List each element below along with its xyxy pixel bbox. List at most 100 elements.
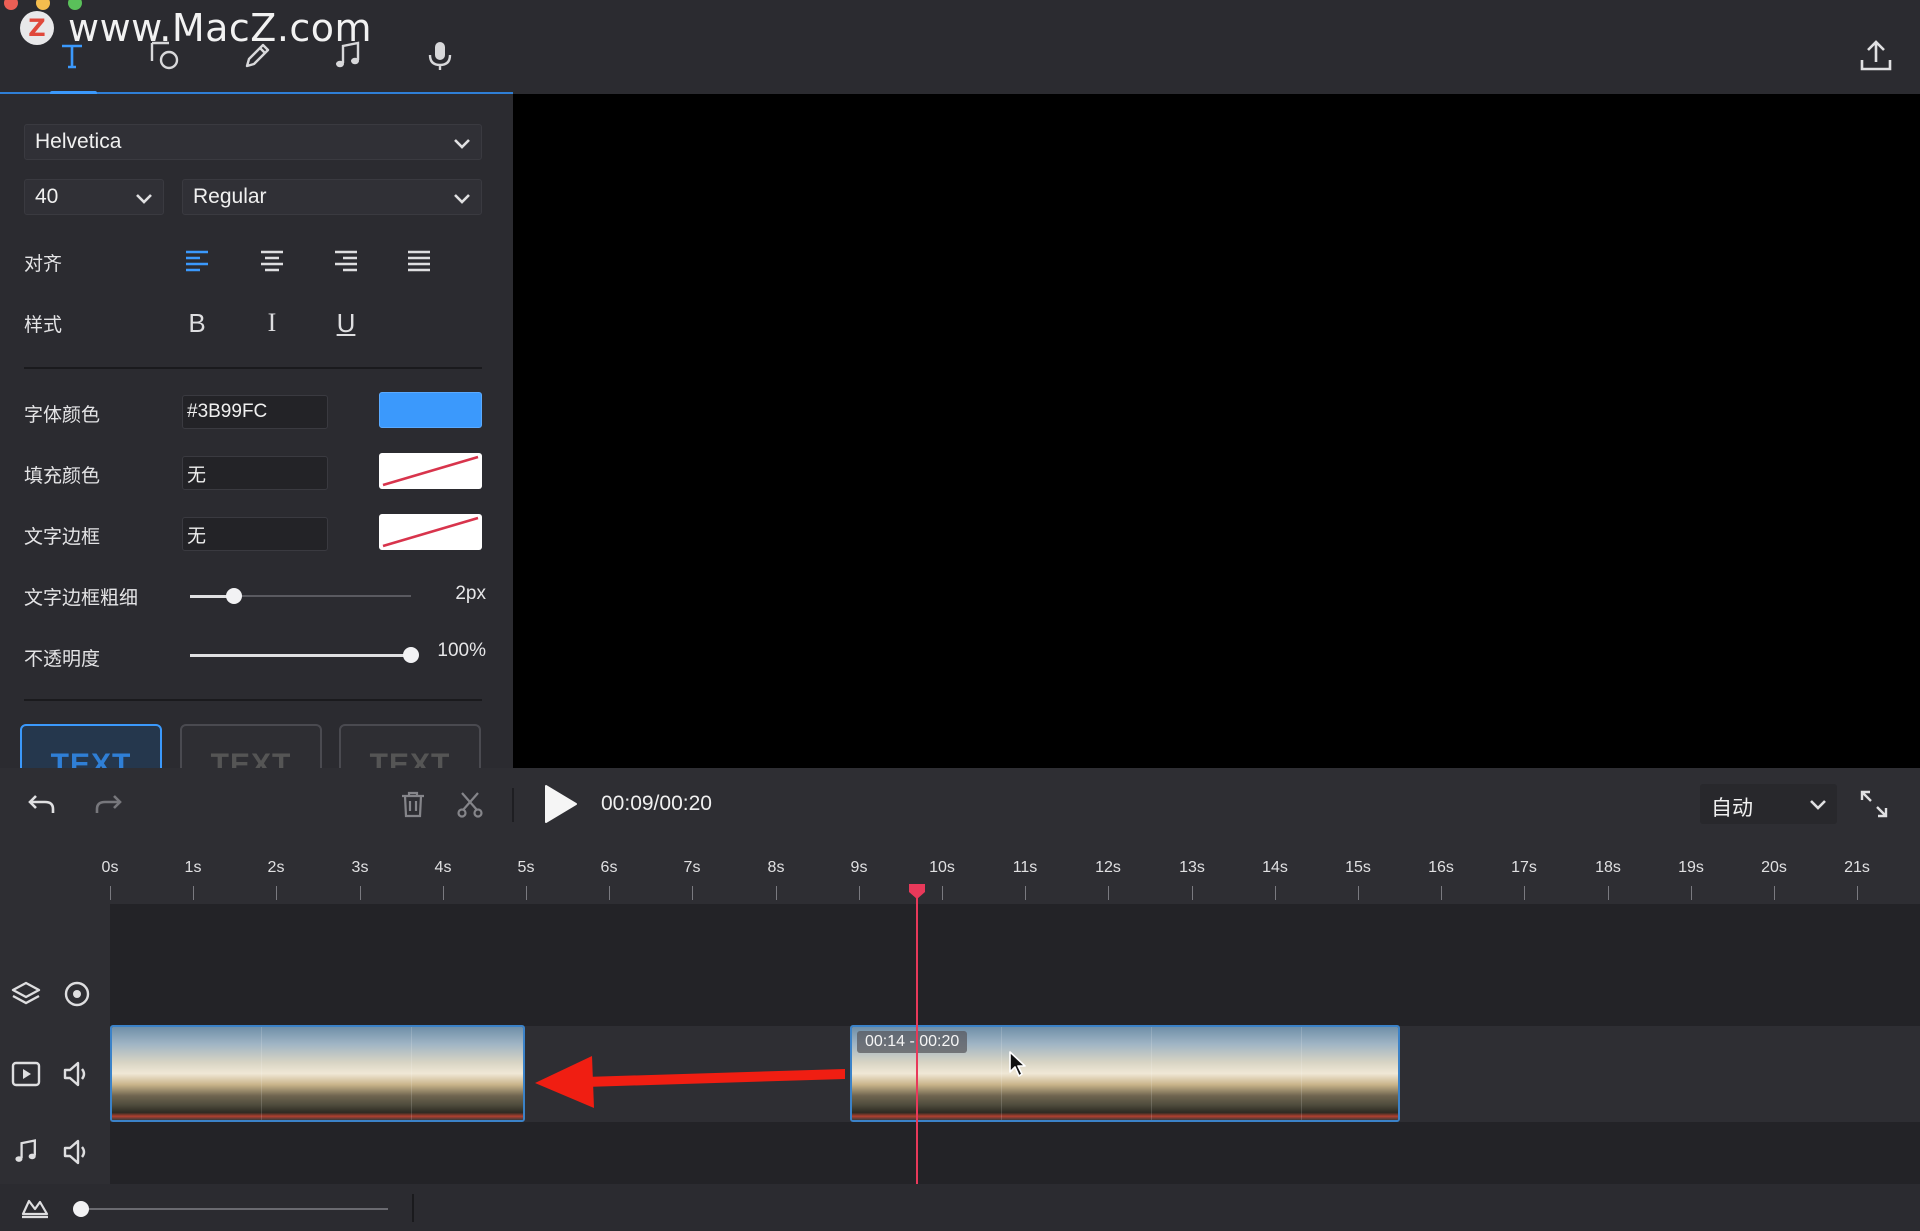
text-tool-button[interactable] xyxy=(52,36,92,76)
align-right-button[interactable] xyxy=(331,246,361,276)
timeline-zoom-bar xyxy=(0,1184,1920,1231)
ruler-tick xyxy=(942,886,943,900)
ruler-tick xyxy=(1441,886,1442,900)
microphone-icon xyxy=(428,42,452,70)
font-family-select[interactable]: Helvetica xyxy=(24,124,482,160)
timeline-zoom-slider[interactable] xyxy=(80,1208,388,1210)
split-button[interactable] xyxy=(452,786,488,822)
fill-color-swatch[interactable] xyxy=(379,453,482,489)
pencil-icon xyxy=(245,43,270,68)
video-track-button[interactable] xyxy=(10,1058,42,1090)
draw-tool-button[interactable] xyxy=(237,36,277,76)
annotation-arrow-icon xyxy=(535,1056,845,1108)
ruler-tick-label: 9s xyxy=(850,859,868,876)
font-weight-value: Regular xyxy=(193,185,267,208)
style-label: 样式 xyxy=(24,315,63,336)
ruler-tick xyxy=(859,886,860,900)
underline-button[interactable]: U xyxy=(331,308,361,338)
clip-thumbnail xyxy=(112,1027,262,1120)
undo-button[interactable] xyxy=(24,786,60,822)
ruler-tick-label: 15s xyxy=(1345,859,1371,876)
audio-mute-button[interactable] xyxy=(61,1136,93,1168)
mouse-cursor-icon xyxy=(1009,1051,1026,1077)
font-color-swatch[interactable] xyxy=(379,392,482,428)
audio-track-lane[interactable] xyxy=(110,1122,1920,1184)
timeline-zoom-slider-knob[interactable] xyxy=(73,1201,89,1217)
ruler-tick xyxy=(110,886,111,900)
undo-icon xyxy=(28,795,55,813)
playhead-handle[interactable] xyxy=(907,882,927,900)
align-justify-button[interactable] xyxy=(404,246,434,276)
timeline-controls: 00:09/00:20 自动 xyxy=(0,768,1920,840)
timeline-ruler[interactable]: 0s 1s 2s 3s 4s 5s 6s 7s 8s 9s 10s 11s 12s 13s 14s 15s 16… xyxy=(0,840,1920,904)
font-size-value: 40 xyxy=(35,185,59,208)
clip-thumbnail xyxy=(262,1027,412,1120)
export-button[interactable] xyxy=(1856,36,1896,76)
ruler-tick-label: 10s xyxy=(929,859,955,876)
font-weight-select[interactable]: Regular xyxy=(182,179,482,215)
ruler-tick-label: 3s xyxy=(351,859,369,876)
trash-icon xyxy=(402,791,424,818)
text-preset-2[interactable]: TEXT xyxy=(180,724,322,768)
ruler-tick xyxy=(1192,886,1193,900)
audio-track-button[interactable] xyxy=(10,1136,42,1168)
align-left-button[interactable] xyxy=(182,246,212,276)
redo-button[interactable] xyxy=(90,786,126,822)
bold-button[interactable]: B xyxy=(182,308,212,338)
video-mute-button[interactable] xyxy=(61,1058,93,1090)
video-preview[interactable] xyxy=(513,94,1920,768)
video-clip-1[interactable] xyxy=(110,1025,525,1122)
font-size-select[interactable]: 40 xyxy=(24,179,164,215)
music-tool-button[interactable] xyxy=(328,36,368,76)
ruler-tick-label: 4s xyxy=(434,859,452,876)
delete-button[interactable] xyxy=(395,786,431,822)
audio-track-header xyxy=(0,1122,110,1184)
opacity-slider-fill xyxy=(190,654,411,657)
video-clip-2[interactable]: 00:14 - 00:20 xyxy=(850,1025,1400,1122)
ruler-tick xyxy=(1025,886,1026,900)
align-left-icon xyxy=(186,250,208,272)
stroke-color-input[interactable]: 无 xyxy=(182,517,328,551)
ruler-tick-label: 2s xyxy=(267,859,285,876)
close-window-button[interactable] xyxy=(4,0,18,10)
music-note-icon xyxy=(15,1139,36,1162)
stroke-color-swatch[interactable] xyxy=(379,514,482,550)
text-preset-3[interactable]: TEXT xyxy=(339,724,481,768)
no-color-icon xyxy=(382,516,479,548)
align-justify-icon xyxy=(408,250,430,272)
stroke-label: 文字边框 xyxy=(24,527,101,548)
visibility-toggle[interactable] xyxy=(61,978,93,1010)
fill-color-value: 无 xyxy=(187,464,207,486)
opacity-slider-knob[interactable] xyxy=(403,647,419,663)
play-button[interactable] xyxy=(540,784,580,824)
stroke-color-value: 无 xyxy=(187,525,207,547)
video-icon xyxy=(11,1061,41,1087)
text-properties-panel: Helvetica 40 Regular 对齐 样式 B I U 字体颜色 #3… xyxy=(0,94,513,768)
text-preset-1[interactable]: TEXT xyxy=(20,724,162,768)
fill-color-input[interactable]: 无 xyxy=(182,456,328,490)
fullscreen-button[interactable] xyxy=(1858,788,1890,820)
ruler-tick-label: 12s xyxy=(1095,859,1121,876)
align-center-button[interactable] xyxy=(257,246,287,276)
italic-button[interactable]: I xyxy=(257,308,287,338)
font-color-label: 字体颜色 xyxy=(24,405,101,426)
mountain-chart-icon xyxy=(21,1199,49,1219)
font-color-input[interactable]: #3B99FC xyxy=(182,395,328,429)
ruler-tick xyxy=(360,886,361,900)
ruler-tick xyxy=(692,886,693,900)
divider xyxy=(24,367,482,369)
clip-time-range: 00:14 - 00:20 xyxy=(857,1031,968,1053)
align-right-icon xyxy=(335,250,357,272)
align-center-icon xyxy=(261,250,283,272)
overlay-track-lane[interactable] xyxy=(110,904,1920,1026)
expand-icon xyxy=(1860,790,1888,818)
layers-icon xyxy=(11,981,41,1005)
layers-button[interactable] xyxy=(10,978,42,1010)
ruler-tick xyxy=(1691,886,1692,900)
waveform-button[interactable] xyxy=(20,1192,50,1220)
record-tool-button[interactable] xyxy=(420,36,460,76)
ruler-tick-label: 17s xyxy=(1511,859,1537,876)
stroke-width-slider-knob[interactable] xyxy=(226,588,242,604)
shape-tool-button[interactable] xyxy=(145,36,185,76)
zoom-select[interactable]: 自动 xyxy=(1700,784,1837,824)
